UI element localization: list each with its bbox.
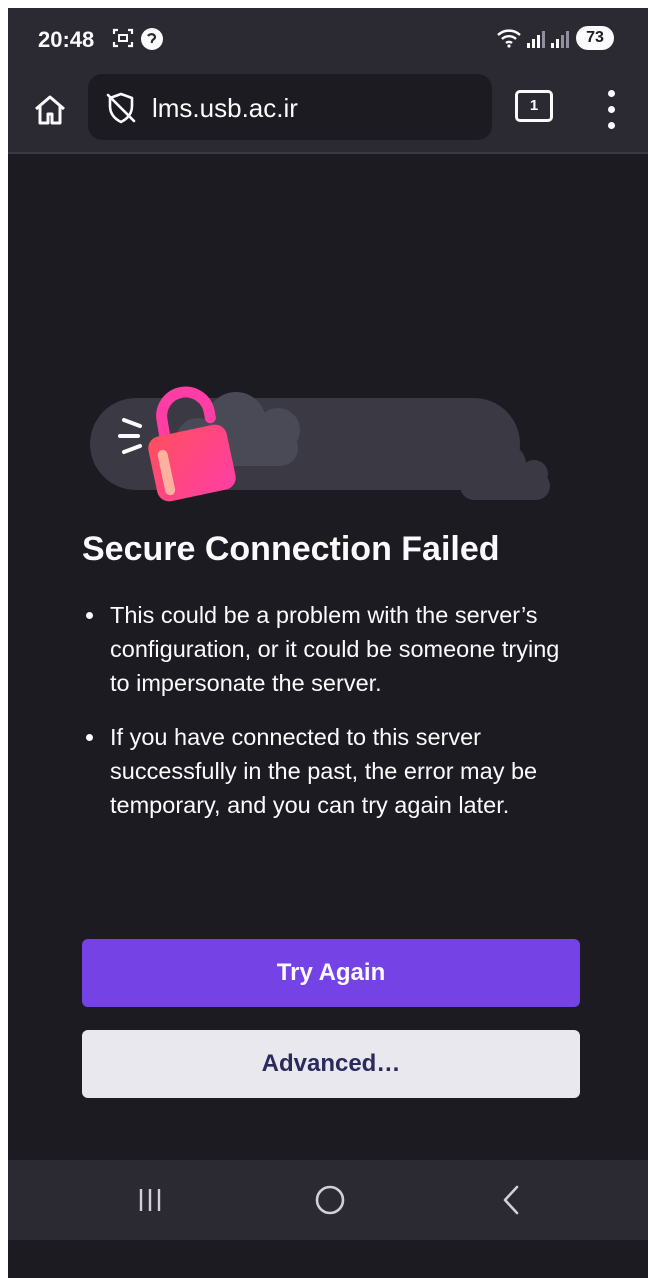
broken-lock-illustration [90, 386, 550, 502]
system-nav-bar [8, 1160, 648, 1240]
signal-icon [550, 30, 570, 53]
tab-count: 1 [529, 97, 539, 114]
error-bullet-list: This could be a problem with the server’… [82, 598, 562, 842]
wifi-icon [496, 28, 522, 53]
status-time: 20:48 [38, 27, 95, 52]
shield-slash-icon[interactable] [104, 91, 138, 130]
recent-apps-icon [139, 1189, 161, 1211]
bottom-strip [8, 1240, 648, 1278]
back-button[interactable] [482, 1172, 542, 1228]
screenshot-icon [112, 28, 134, 53]
error-title: Secure Connection Failed [82, 530, 500, 568]
advanced-button[interactable]: Advanced… [82, 1030, 580, 1098]
home-icon [35, 95, 65, 125]
recent-apps-button[interactable] [120, 1172, 180, 1228]
signal-icon [526, 30, 546, 53]
home-button[interactable] [30, 90, 70, 130]
try-again-button[interactable]: Try Again [82, 939, 580, 1007]
tabs-button[interactable]: 1 [515, 90, 553, 122]
battery-level: 73 [576, 26, 614, 50]
list-item: If you have connected to this server suc… [82, 720, 562, 822]
back-icon [503, 1185, 519, 1215]
notification-badge-icon [140, 27, 164, 56]
list-item: This could be a problem with the server’… [82, 598, 562, 700]
home-circle-icon [315, 1185, 345, 1215]
browser-toolbar: lms.usb.ac.ir 1 [8, 70, 648, 154]
status-bar: 20:48 73 [8, 8, 648, 70]
url-text[interactable]: lms.usb.ac.ir [152, 93, 298, 124]
menu-icon[interactable] [600, 88, 624, 132]
phone-screen: 20:48 73 lms.usb.ac.ir 1 Secure Connecti… [8, 8, 648, 1278]
url-bar[interactable]: lms.usb.ac.ir [88, 74, 492, 140]
home-nav-button[interactable] [300, 1172, 360, 1228]
